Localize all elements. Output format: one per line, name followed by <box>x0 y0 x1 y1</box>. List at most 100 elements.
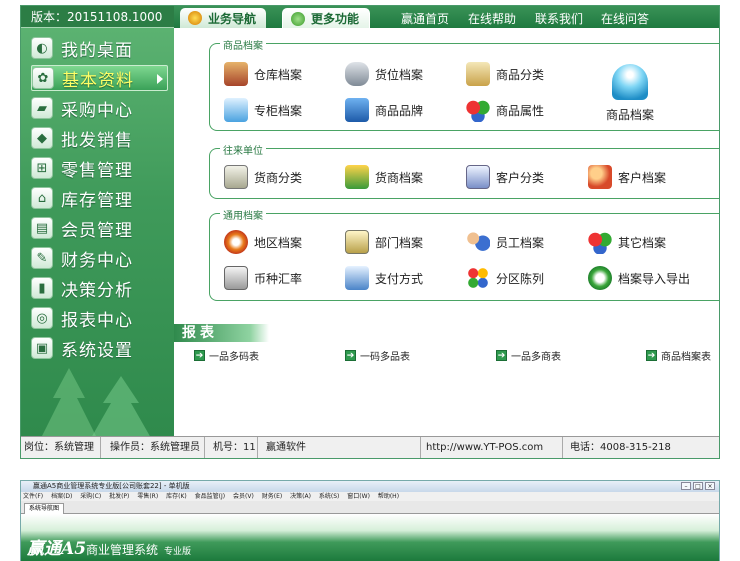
sidebar-item-purchase[interactable]: ▰ 采购中心 <box>31 95 168 121</box>
item-currency[interactable]: 币种汇率 <box>224 266 302 290</box>
monitor-icon <box>224 98 248 122</box>
report-link-one-item-multi-code[interactable]: ➔ 一品多码表 <box>194 348 259 363</box>
group-title: 往来单位 <box>220 142 266 157</box>
window-title-bar: 赢通A5商业管理系统专业版[公司账套22] - 单机版 – □ × <box>21 481 719 492</box>
item-label: 商品分类 <box>496 67 545 82</box>
sidebar-item-reports[interactable]: ◎ 报表中心 <box>31 305 168 331</box>
arrow-right-icon: ➔ <box>496 350 507 361</box>
address-book-icon <box>224 165 248 189</box>
menu-inventory[interactable]: 库存(K) <box>166 493 187 500</box>
sidebar-item-basic-data[interactable]: ✿ 基本资料 <box>31 65 168 91</box>
item-supplier-category[interactable]: 货商分类 <box>224 165 302 189</box>
mushroom-icon <box>612 64 648 100</box>
item-label: 支付方式 <box>375 271 424 286</box>
menu-wholesale[interactable]: 批发(P) <box>109 493 129 500</box>
item-label: 地区档案 <box>254 235 303 250</box>
tab-business-nav[interactable]: 业务导航 <box>180 8 267 28</box>
tab-label: 业务导航 <box>208 11 257 26</box>
color-balls-icon <box>466 98 490 122</box>
tab-more-functions[interactable]: 更多功能 <box>282 8 371 28</box>
item-goods-archive-large[interactable]: 商品档案 <box>606 64 654 123</box>
menu-decision[interactable]: 决策(A) <box>290 493 311 500</box>
wholesale-icon: ◆ <box>31 127 53 149</box>
item-customer-category[interactable]: 客户分类 <box>466 165 544 189</box>
sidebar-item-label: 库存管理 <box>61 190 133 211</box>
report-link-one-code-multi-item[interactable]: ➔ 一码多品表 <box>345 348 410 363</box>
group-title: 通用档案 <box>220 207 266 222</box>
menu-system[interactable]: 系统(S) <box>319 493 340 500</box>
item-label: 商品属性 <box>496 103 545 118</box>
item-label: 档案导入导出 <box>618 271 691 286</box>
menu-archive[interactable]: 档案(D) <box>51 493 72 500</box>
database-icon <box>345 62 369 86</box>
link-home[interactable]: 赢通首页 <box>401 10 449 27</box>
globe-icon <box>188 11 202 25</box>
menu-purchase[interactable]: 采购(C) <box>80 493 101 500</box>
item-supplier-archive[interactable]: 货商档案 <box>345 165 423 189</box>
arrow-right-icon: ➔ <box>194 350 205 361</box>
sidebar-item-wholesale[interactable]: ◆ 批发销售 <box>31 125 168 151</box>
menu-food-supervision[interactable]: 食品监管(J) <box>195 493 225 500</box>
arrows-icon <box>291 11 305 26</box>
sidebar-item-retail[interactable]: ⊞ 零售管理 <box>31 155 168 181</box>
house-icon <box>224 62 248 86</box>
item-region[interactable]: 地区档案 <box>224 230 302 254</box>
close-button[interactable]: × <box>705 482 715 490</box>
menu-window[interactable]: 窗口(W) <box>347 493 370 500</box>
arrow-right-icon: ➔ <box>345 350 356 361</box>
menu-file[interactable]: 文件(F) <box>23 493 43 500</box>
item-other[interactable]: 其它档案 <box>588 230 666 254</box>
decorative-arrows <box>41 368 151 438</box>
item-label: 商品品牌 <box>375 103 424 118</box>
link-contact[interactable]: 联系我们 <box>535 10 583 27</box>
clipboard-icon <box>466 165 490 189</box>
menu-finance[interactable]: 财务(E) <box>262 493 282 500</box>
sidebar-item-label: 会员管理 <box>61 220 133 241</box>
window-controls: – □ × <box>679 482 715 490</box>
customer-icon <box>588 165 612 189</box>
employees-icon <box>466 230 490 254</box>
status-company: 赢通软件 <box>263 437 421 458</box>
item-warehouse[interactable]: 仓库档案 <box>224 62 302 86</box>
window-body: 赢通A5商业管理系统 专业版 <box>21 514 719 561</box>
maximize-button[interactable]: □ <box>693 482 703 490</box>
sidebar-item-inventory[interactable]: ⌂ 库存管理 <box>31 185 168 211</box>
chart-icon: ▮ <box>31 277 53 299</box>
sidebar-item-member[interactable]: ▤ 会员管理 <box>31 215 168 241</box>
item-department[interactable]: 部门档案 <box>345 230 423 254</box>
link-help[interactable]: 在线帮助 <box>468 10 516 27</box>
department-icon <box>345 230 369 254</box>
status-url[interactable]: http://www.YT-POS.com <box>423 437 563 458</box>
item-counter[interactable]: 专柜档案 <box>224 98 302 122</box>
report-link-label: 一品多商表 <box>511 352 561 363</box>
minimize-button[interactable]: – <box>681 482 691 490</box>
menu-retail[interactable]: 零售(R) <box>137 493 158 500</box>
sidebar-item-analysis[interactable]: ▮ 决策分析 <box>31 275 168 301</box>
item-payment[interactable]: 支付方式 <box>345 266 423 290</box>
item-label: 其它档案 <box>618 235 667 250</box>
sidebar-item-finance[interactable]: ✎ 财务中心 <box>31 245 168 271</box>
desktop-icon: ◐ <box>31 37 53 59</box>
item-customer-archive[interactable]: 客户档案 <box>588 165 666 189</box>
report-link-one-item-multi-supplier[interactable]: ➔ 一品多商表 <box>496 348 561 363</box>
window-title: 赢通A5商业管理系统专业版[公司账套22] - 单机版 <box>33 482 190 490</box>
menu-member[interactable]: 会员(V) <box>233 493 254 500</box>
item-employee[interactable]: 员工档案 <box>466 230 544 254</box>
item-display-zone[interactable]: 分区陈列 <box>466 266 544 290</box>
item-location[interactable]: 货位档案 <box>345 62 423 86</box>
report-link-goods-archive[interactable]: ➔ 商品档案表 <box>646 348 711 363</box>
sidebar-item-desktop[interactable]: ◐ 我的桌面 <box>31 35 168 61</box>
item-label: 仓库档案 <box>254 67 303 82</box>
main-window: 版本：20151108.1000 ◐ 我的桌面 ✿ 基本资料 ▰ 采购中心 ◆ 批发销售… <box>20 5 720 459</box>
supplier-icon <box>345 165 369 189</box>
menu-help[interactable]: 帮助(H) <box>378 493 399 500</box>
warehouse-icon: ⌂ <box>31 187 53 209</box>
tab-system-nav-map[interactable]: 系统导航图 <box>24 503 65 514</box>
item-attribute[interactable]: 商品属性 <box>466 98 544 122</box>
item-brand[interactable]: 商品品牌 <box>345 98 423 122</box>
item-category[interactable]: 商品分类 <box>466 62 544 86</box>
link-qa[interactable]: 在线问答 <box>601 10 649 27</box>
item-import-export[interactable]: 档案导入导出 <box>588 266 690 290</box>
document-tabs: 系统导航图 <box>21 501 719 514</box>
logo-sub: 商业管理系统 <box>86 543 159 557</box>
